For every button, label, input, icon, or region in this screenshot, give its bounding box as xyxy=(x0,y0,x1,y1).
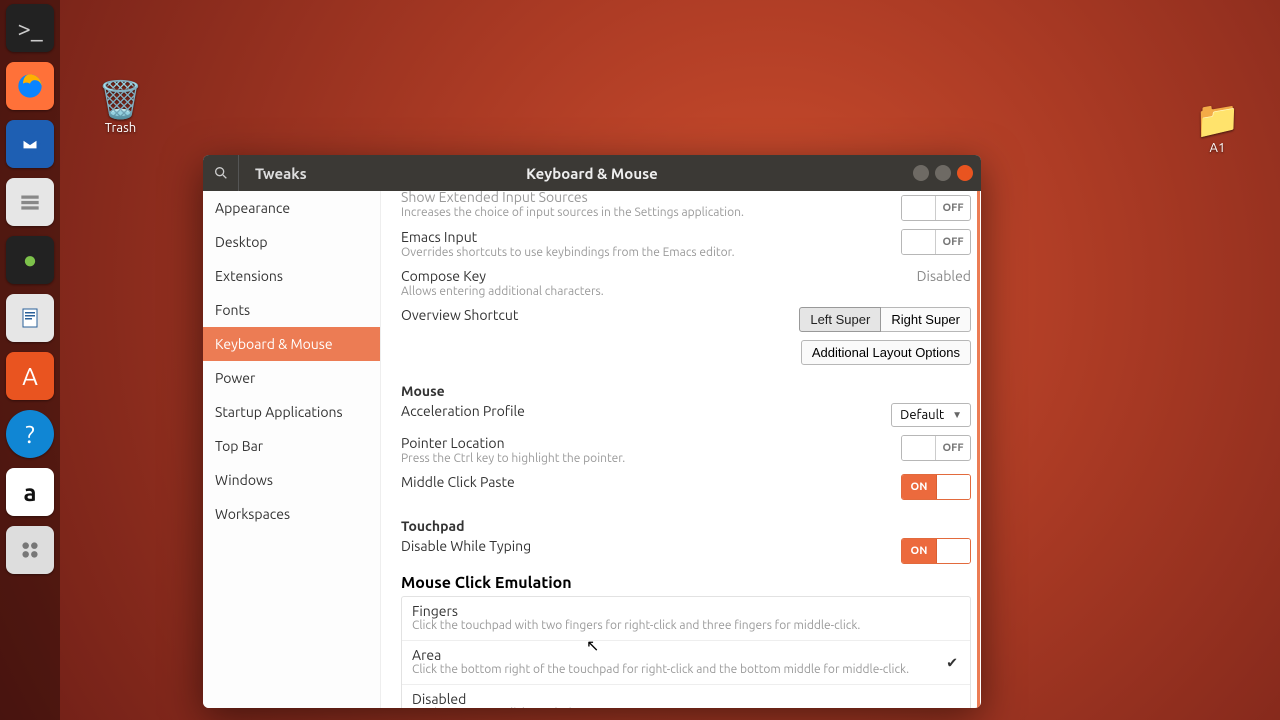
launcher-dock: >_ ● A ? a xyxy=(0,0,60,720)
emacs-toggle[interactable]: OFF xyxy=(901,229,971,255)
desktop-trash[interactable]: 🗑️ Trash xyxy=(98,78,143,135)
pointer-label: Pointer Location xyxy=(401,435,881,451)
sidebar: Appearance Desktop Extensions Fonts Keyb… xyxy=(203,191,381,708)
extended-sources-label: Show Extended Input Sources xyxy=(401,191,881,205)
trash-icon: 🗑️ xyxy=(98,78,143,121)
disable-typing-toggle[interactable]: ON xyxy=(901,538,971,564)
dock-amazon[interactable]: a xyxy=(6,468,54,516)
minimize-button[interactable] xyxy=(913,165,929,181)
sidebar-item-fonts[interactable]: Fonts xyxy=(203,293,380,327)
extended-sources-toggle[interactable]: OFF xyxy=(901,195,971,221)
check-icon: ✔ xyxy=(946,654,958,671)
compose-label: Compose Key xyxy=(401,268,897,284)
touchpad-heading: Touchpad xyxy=(401,518,971,534)
pointer-location-toggle[interactable]: OFF xyxy=(901,435,971,461)
maximize-button[interactable] xyxy=(935,165,951,181)
scrollbar[interactable] xyxy=(977,191,980,708)
additional-layout-button[interactable]: Additional Layout Options xyxy=(801,340,971,365)
sidebar-item-power[interactable]: Power xyxy=(203,361,380,395)
sidebar-item-windows[interactable]: Windows xyxy=(203,463,380,497)
sidebar-item-topbar[interactable]: Top Bar xyxy=(203,429,380,463)
app-title: Tweaks xyxy=(239,165,307,182)
folder-icon: 📁 xyxy=(1195,98,1240,141)
search-button[interactable] xyxy=(203,155,239,191)
emacs-sub: Overrides shortcuts to use keybindings f… xyxy=(401,245,881,260)
overview-right-super[interactable]: Right Super xyxy=(881,307,971,332)
content-pane[interactable]: Show Extended Input Sources Increases th… xyxy=(381,191,981,708)
dock-firefox[interactable] xyxy=(6,62,54,110)
emulation-radio-group: Fingers Click the touchpad with two fing… xyxy=(401,596,971,708)
dock-thunderbird[interactable] xyxy=(6,120,54,168)
dock-files[interactable] xyxy=(6,178,54,226)
overview-label: Overview Shortcut xyxy=(401,307,779,323)
overview-left-super[interactable]: Left Super xyxy=(799,307,881,332)
sidebar-item-keyboard-mouse[interactable]: Keyboard & Mouse xyxy=(203,327,380,361)
titlebar[interactable]: Tweaks Keyboard & Mouse xyxy=(203,155,981,191)
mouse-heading: Mouse xyxy=(401,383,971,399)
search-icon xyxy=(213,165,229,181)
middle-click-toggle[interactable]: ON xyxy=(901,474,971,500)
desktop-folder-label: A1 xyxy=(1210,141,1226,155)
dock-help[interactable]: ? xyxy=(6,410,54,458)
emacs-label: Emacs Input xyxy=(401,229,881,245)
dock-software[interactable]: ● xyxy=(6,236,54,284)
compose-value[interactable]: Disabled xyxy=(917,268,971,284)
disable-typing-label: Disable While Typing xyxy=(401,538,881,554)
sidebar-item-desktop[interactable]: Desktop xyxy=(203,225,380,259)
accel-profile-value: Default xyxy=(900,408,944,422)
sidebar-item-workspaces[interactable]: Workspaces xyxy=(203,497,380,531)
dock-ubuntu-software[interactable]: A xyxy=(6,352,54,400)
emulation-fingers[interactable]: Fingers Click the touchpad with two fing… xyxy=(402,597,970,640)
tweaks-window: Tweaks Keyboard & Mouse Appearance Deskt… xyxy=(203,155,981,708)
desktop-folder-a1[interactable]: 📁 A1 xyxy=(1195,98,1240,155)
pointer-sub: Press the Ctrl key to highlight the poin… xyxy=(401,451,881,466)
overview-shortcut-segmented: Left Super Right Super xyxy=(799,307,971,332)
emulation-area[interactable]: Area Click the bottom right of the touch… xyxy=(402,640,970,684)
sidebar-item-extensions[interactable]: Extensions xyxy=(203,259,380,293)
desktop-trash-label: Trash xyxy=(105,121,136,135)
window-buttons xyxy=(913,165,973,181)
extended-sources-sub: Increases the choice of input sources in… xyxy=(401,205,881,220)
close-button[interactable] xyxy=(957,165,973,181)
sidebar-item-startup[interactable]: Startup Applications xyxy=(203,395,380,429)
accel-label: Acceleration Profile xyxy=(401,403,871,419)
panel-title: Keyboard & Mouse xyxy=(526,165,658,182)
dock-settings[interactable] xyxy=(6,526,54,574)
chevron-down-icon: ▼ xyxy=(952,409,962,421)
accel-profile-select[interactable]: Default ▼ xyxy=(891,403,971,427)
sidebar-item-appearance[interactable]: Appearance xyxy=(203,191,380,225)
dock-terminal[interactable]: >_ xyxy=(6,4,54,52)
middle-click-label: Middle Click Paste xyxy=(401,474,881,490)
emulation-disabled[interactable]: Disabled Don't use mouse click emulation… xyxy=(402,684,970,708)
dock-writer[interactable] xyxy=(6,294,54,342)
emulation-heading: Mouse Click Emulation xyxy=(401,574,971,592)
compose-sub: Allows entering additional characters. xyxy=(401,284,897,299)
